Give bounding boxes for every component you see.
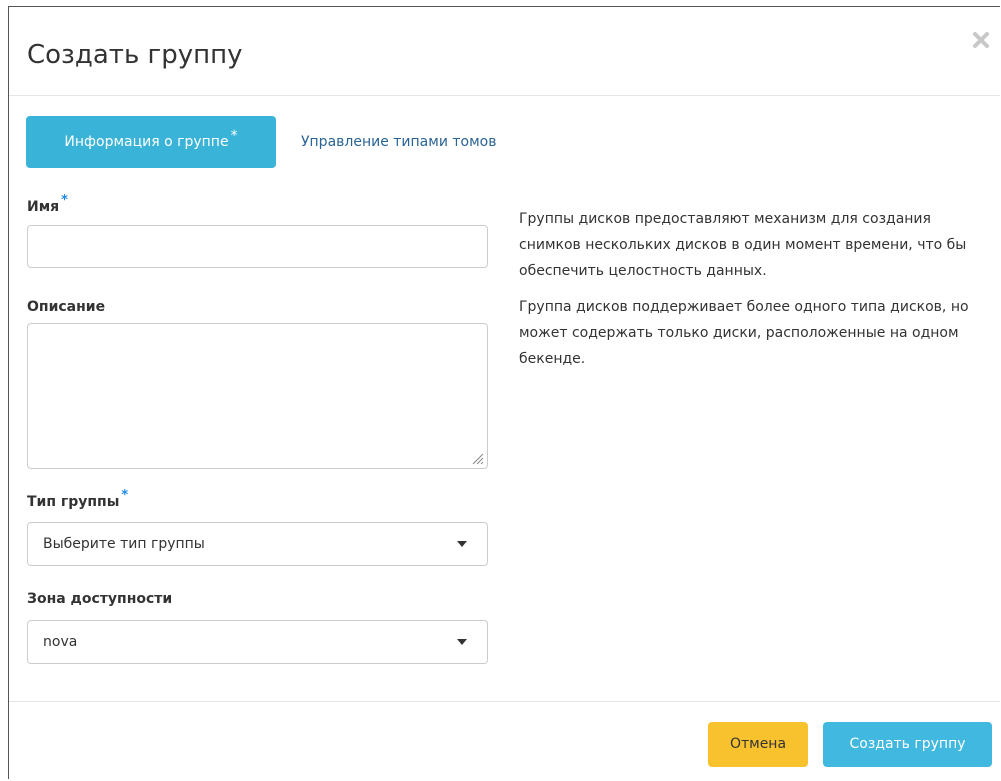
modal-header: Создать группу [9,7,1000,96]
tab-group-info[interactable]: Информация о группе * [26,116,276,168]
tab-group-info-label: Информация о группе [64,134,229,150]
close-icon[interactable] [970,29,992,51]
availability-zone-selected: nova [43,634,78,650]
group-type-select[interactable]: Выберите тип группы [27,522,488,566]
modal-footer: Отмена Создать группу [9,701,1000,781]
group-type-selected: Выберите тип группы [43,536,205,552]
tab-volume-types[interactable]: Управление типами томов [301,116,496,168]
caret-down-icon [457,541,467,547]
availability-zone-label: Зона доступности [27,591,173,607]
description-label: Описание [27,299,106,315]
group-type-label-text: Тип группы [27,494,120,510]
help-text: Группы дисков предоставляют механизм для… [519,206,979,382]
required-mark: * [121,488,129,503]
name-input[interactable] [27,225,488,268]
help-paragraph-1: Группы дисков предоставляют механизм для… [519,211,967,279]
modal-body: Информация о группе * Управление типами т… [9,96,1000,701]
modal-title: Создать группу [27,40,243,70]
resize-grip-icon[interactable] [470,451,484,465]
tab-volume-types-label: Управление типами томов [301,134,497,150]
create-group-modal: Создать группу Информация о группе * Упра… [8,6,1000,779]
description-textarea[interactable] [27,323,488,469]
help-paragraph-2: Группа дисков поддерживает более одного … [519,299,969,367]
cancel-button[interactable]: Отмена [708,722,808,767]
name-label-text: Имя [27,199,60,215]
create-group-button[interactable]: Создать группу [823,722,992,767]
required-mark: * [230,128,238,144]
required-mark: * [61,193,68,208]
availability-zone-select[interactable]: nova [27,620,488,664]
caret-down-icon [457,639,467,645]
group-type-label: Тип группы * [27,488,128,510]
name-label: Имя * [27,193,68,215]
